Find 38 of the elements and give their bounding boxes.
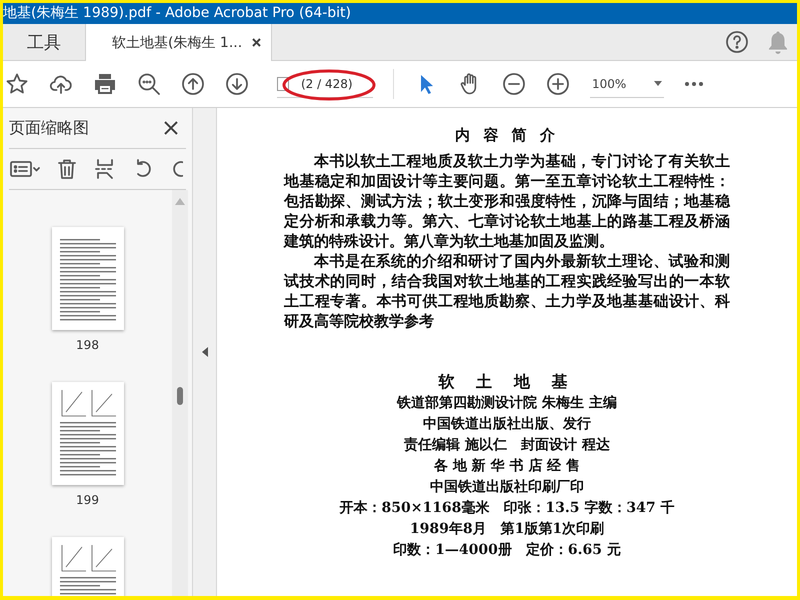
zoom-in-icon[interactable] — [546, 72, 570, 96]
arrow-up-circle-icon[interactable] — [181, 72, 205, 96]
page-heading: 内 容 简 介 — [455, 126, 559, 145]
page-thumbnail[interactable] — [52, 227, 124, 330]
colophon-line: 印数：1—4000册 定价：6.65 元 — [393, 540, 621, 560]
star-icon[interactable] — [5, 72, 29, 96]
help-icon[interactable] — [725, 30, 749, 54]
book-title: 软 土 地 基 — [438, 371, 576, 393]
close-icon[interactable] — [164, 121, 178, 135]
more-icon[interactable] — [684, 81, 704, 87]
colophon-line: 中国铁道出版社印刷厂印 — [430, 478, 584, 497]
colophon-line: 中国铁道出版社出版、发行 — [423, 415, 591, 434]
body-paragraph: 本书是在系统的介绍和研讨了国内外最新软土理论、试验和测试技术的同时，结合我国对软土地基的工程实践经验写出的一本软土工程专著。本书可供工程地质勘察、土力学及地基基础设计、科研及高等院校教学参考 — [284, 251, 730, 331]
page-number-label: 199 — [76, 493, 99, 509]
page-number-label: 198 — [76, 338, 99, 354]
colophon-line: 各 地 新 华 书 店 经 售 — [434, 456, 580, 476]
close-tab-icon[interactable] — [252, 38, 262, 47]
zoom-dropdown[interactable]: 100% — [590, 70, 664, 98]
scrollbar[interactable] — [172, 190, 188, 596]
trash-icon[interactable] — [55, 157, 79, 181]
page-number-field[interactable]: (2 / 428) — [277, 70, 373, 98]
caret-icon[interactable] — [654, 81, 662, 86]
printer-icon[interactable] — [93, 72, 117, 96]
body-paragraph: 本书以软土工程地质及软土力学为基础，专门讨论了有关软土地基稳定和加固设计等主要问题。第一至五章讨论软土工程特性：包括勘探、测试方法；软土变形和强度特性，沉降与固结；地基稳定分析和承载力等。第六、七章讨论软土地基上的路基工程及桥涵建筑的特殊设计。第八章为软土地基加固及监测。 — [284, 151, 730, 251]
zoom-search-icon[interactable] — [137, 72, 161, 96]
tab[interactable]: 工具 — [3, 24, 85, 60]
colophon-line: 责任编辑 施以仁 封面设计 程达 — [404, 436, 610, 455]
colophon-line: 铁道部第四勘测设计院 朱梅生 主编 — [397, 394, 617, 413]
window-title: 地基(朱梅生 1989).pdf - Adobe Acrobat Pro (64-bit) — [3, 3, 797, 24]
arrow-down-circle-icon[interactable] — [225, 72, 249, 96]
page-thumbnail[interactable] — [52, 382, 124, 485]
scrollbar-thumb[interactable] — [177, 387, 183, 405]
collapse-icon[interactable] — [202, 347, 208, 357]
colophon-line: 开本：850×1168毫米 印张：13.5 字数：347 千 — [340, 498, 674, 518]
tab[interactable]: 软土地基(朱梅生 1... — [85, 24, 272, 61]
zoom-out-icon[interactable] — [502, 72, 526, 96]
colophon-line: 1989年8月 第1版第1次印刷 — [410, 520, 604, 539]
panel-title: 页面缩略图 — [9, 118, 89, 138]
